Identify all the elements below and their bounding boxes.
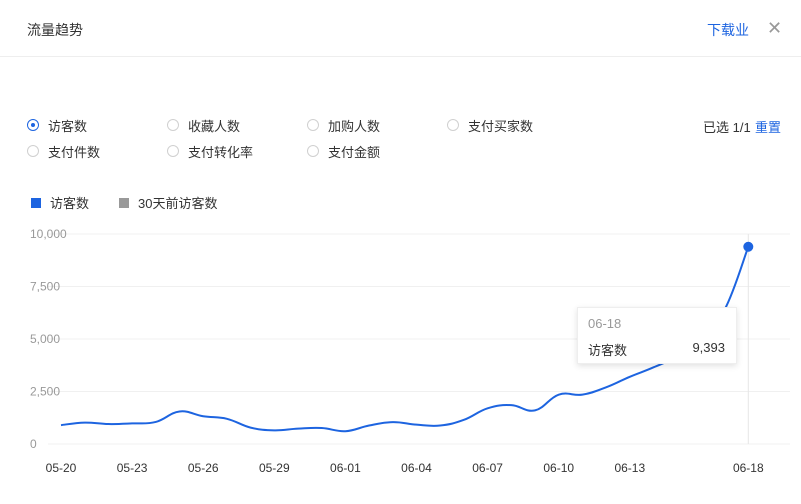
radio-icon [167,145,179,157]
x-tick-label: 05-23 [117,461,148,475]
tooltip-series-name: 访客数 [588,343,628,358]
metric-option-label: 支付买家数 [468,118,534,134]
modal-header: 流量趋势 下载业 ✕ [0,0,801,57]
highlight-point [743,241,754,252]
download-link[interactable]: 下载业 [707,20,749,40]
metric-option-favorites[interactable]: 收藏人数 [167,117,241,134]
metric-option-label: 加购人数 [328,118,381,134]
reset-link[interactable]: 重置 [755,117,781,136]
legend-swatch [31,197,41,208]
radio-icon [447,119,459,131]
metric-option-label: 支付件数 [48,144,101,160]
x-tick-label: 06-18 [733,461,764,475]
chart-tooltip: 06-18 访客数 9,393 [577,307,737,364]
close-icon[interactable]: ✕ [767,18,782,38]
y-tick-label: 5,000 [30,332,60,346]
y-tick-label: 10,000 [30,227,67,241]
tooltip-value: 9,393 [692,340,725,355]
radio-icon [27,145,39,157]
x-tick-label: 06-01 [330,461,361,475]
metric-option-visitors[interactable]: 访客数 [27,117,88,134]
radio-icon [307,119,319,131]
metric-option-label: 收藏人数 [188,118,241,134]
traffic-trend-modal: 流量趋势 下载业 ✕ 访客数 收藏人数 加购人数 支付买家数 支付件数 支付转化… [0,0,801,504]
x-tick-label: 06-13 [614,461,645,475]
x-tick-label: 05-20 [46,461,77,475]
legend-swatch [119,197,129,208]
y-tick-label: 7,500 [30,280,60,294]
x-tick-label: 05-29 [259,461,290,475]
x-tick-label: 05-26 [188,461,219,475]
y-tick-label: 0 [30,437,37,451]
metric-option-label: 支付转化率 [188,144,254,160]
metric-option-payment-amount[interactable]: 支付金额 [307,143,381,160]
x-tick-label: 06-07 [472,461,503,475]
metric-option-label: 支付金额 [328,144,381,160]
radio-icon [27,119,39,131]
metric-option-conversion-rate[interactable]: 支付转化率 [167,143,254,160]
x-tick-label: 06-10 [543,461,574,475]
y-tick-label: 2,500 [30,385,60,399]
x-tick-label: 06-04 [401,461,432,475]
modal-title: 流量趋势 [27,22,83,38]
tooltip-date: 06-18 [588,316,622,331]
selected-count: 已选 1/1 [703,120,751,135]
radio-icon [167,119,179,131]
metric-option-label: 访客数 [48,118,88,134]
radio-icon [307,145,319,157]
metric-option-paid-items[interactable]: 支付件数 [27,143,101,160]
metric-option-paying-buyers[interactable]: 支付买家数 [447,117,534,134]
metric-option-add-to-cart[interactable]: 加购人数 [307,117,381,134]
